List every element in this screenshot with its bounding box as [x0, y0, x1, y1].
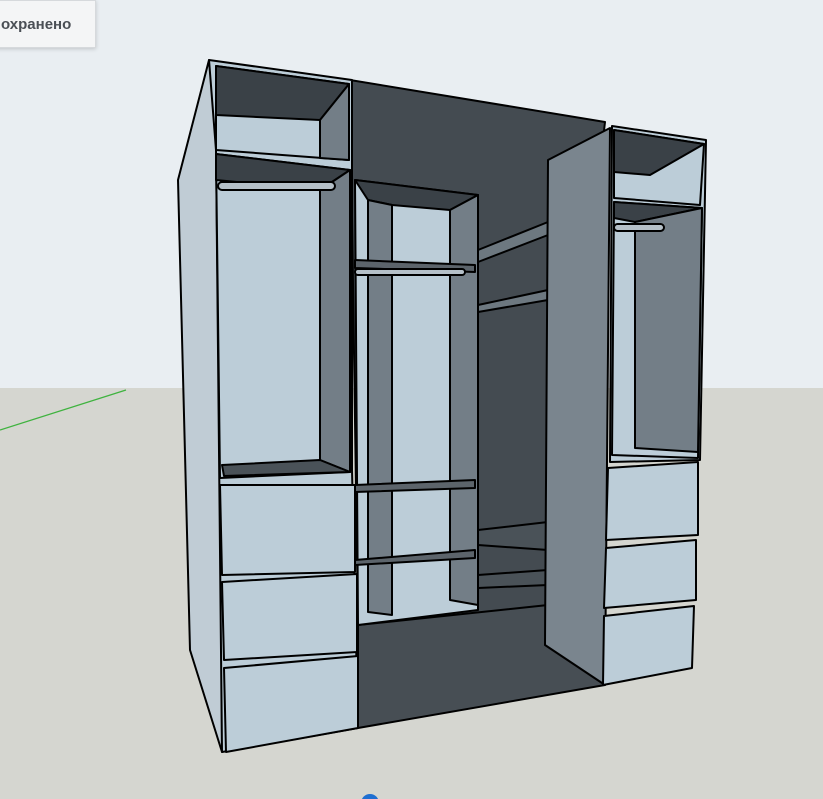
- save-status-toast: охранено: [0, 0, 96, 48]
- save-status-text: охранено: [1, 15, 72, 33]
- drawer-left-2[interactable]: [221, 573, 358, 661]
- center-right-side: [449, 194, 479, 606]
- center-swing-panel[interactable]: [544, 127, 611, 686]
- 3d-viewport[interactable]: [0, 0, 823, 799]
- drawer-right-1[interactable]: [605, 461, 699, 541]
- right-hanging-inner-side: [634, 207, 703, 453]
- center-clothes-rod: [354, 268, 466, 276]
- left-clothes-rod: [217, 181, 336, 191]
- right-clothes-rod: [613, 223, 665, 232]
- left-hanging-inner-side: [319, 169, 351, 473]
- drawer-left-1[interactable]: [219, 484, 356, 576]
- wardrobe-model[interactable]: [0, 0, 823, 799]
- drawer-right-2[interactable]: [603, 539, 697, 609]
